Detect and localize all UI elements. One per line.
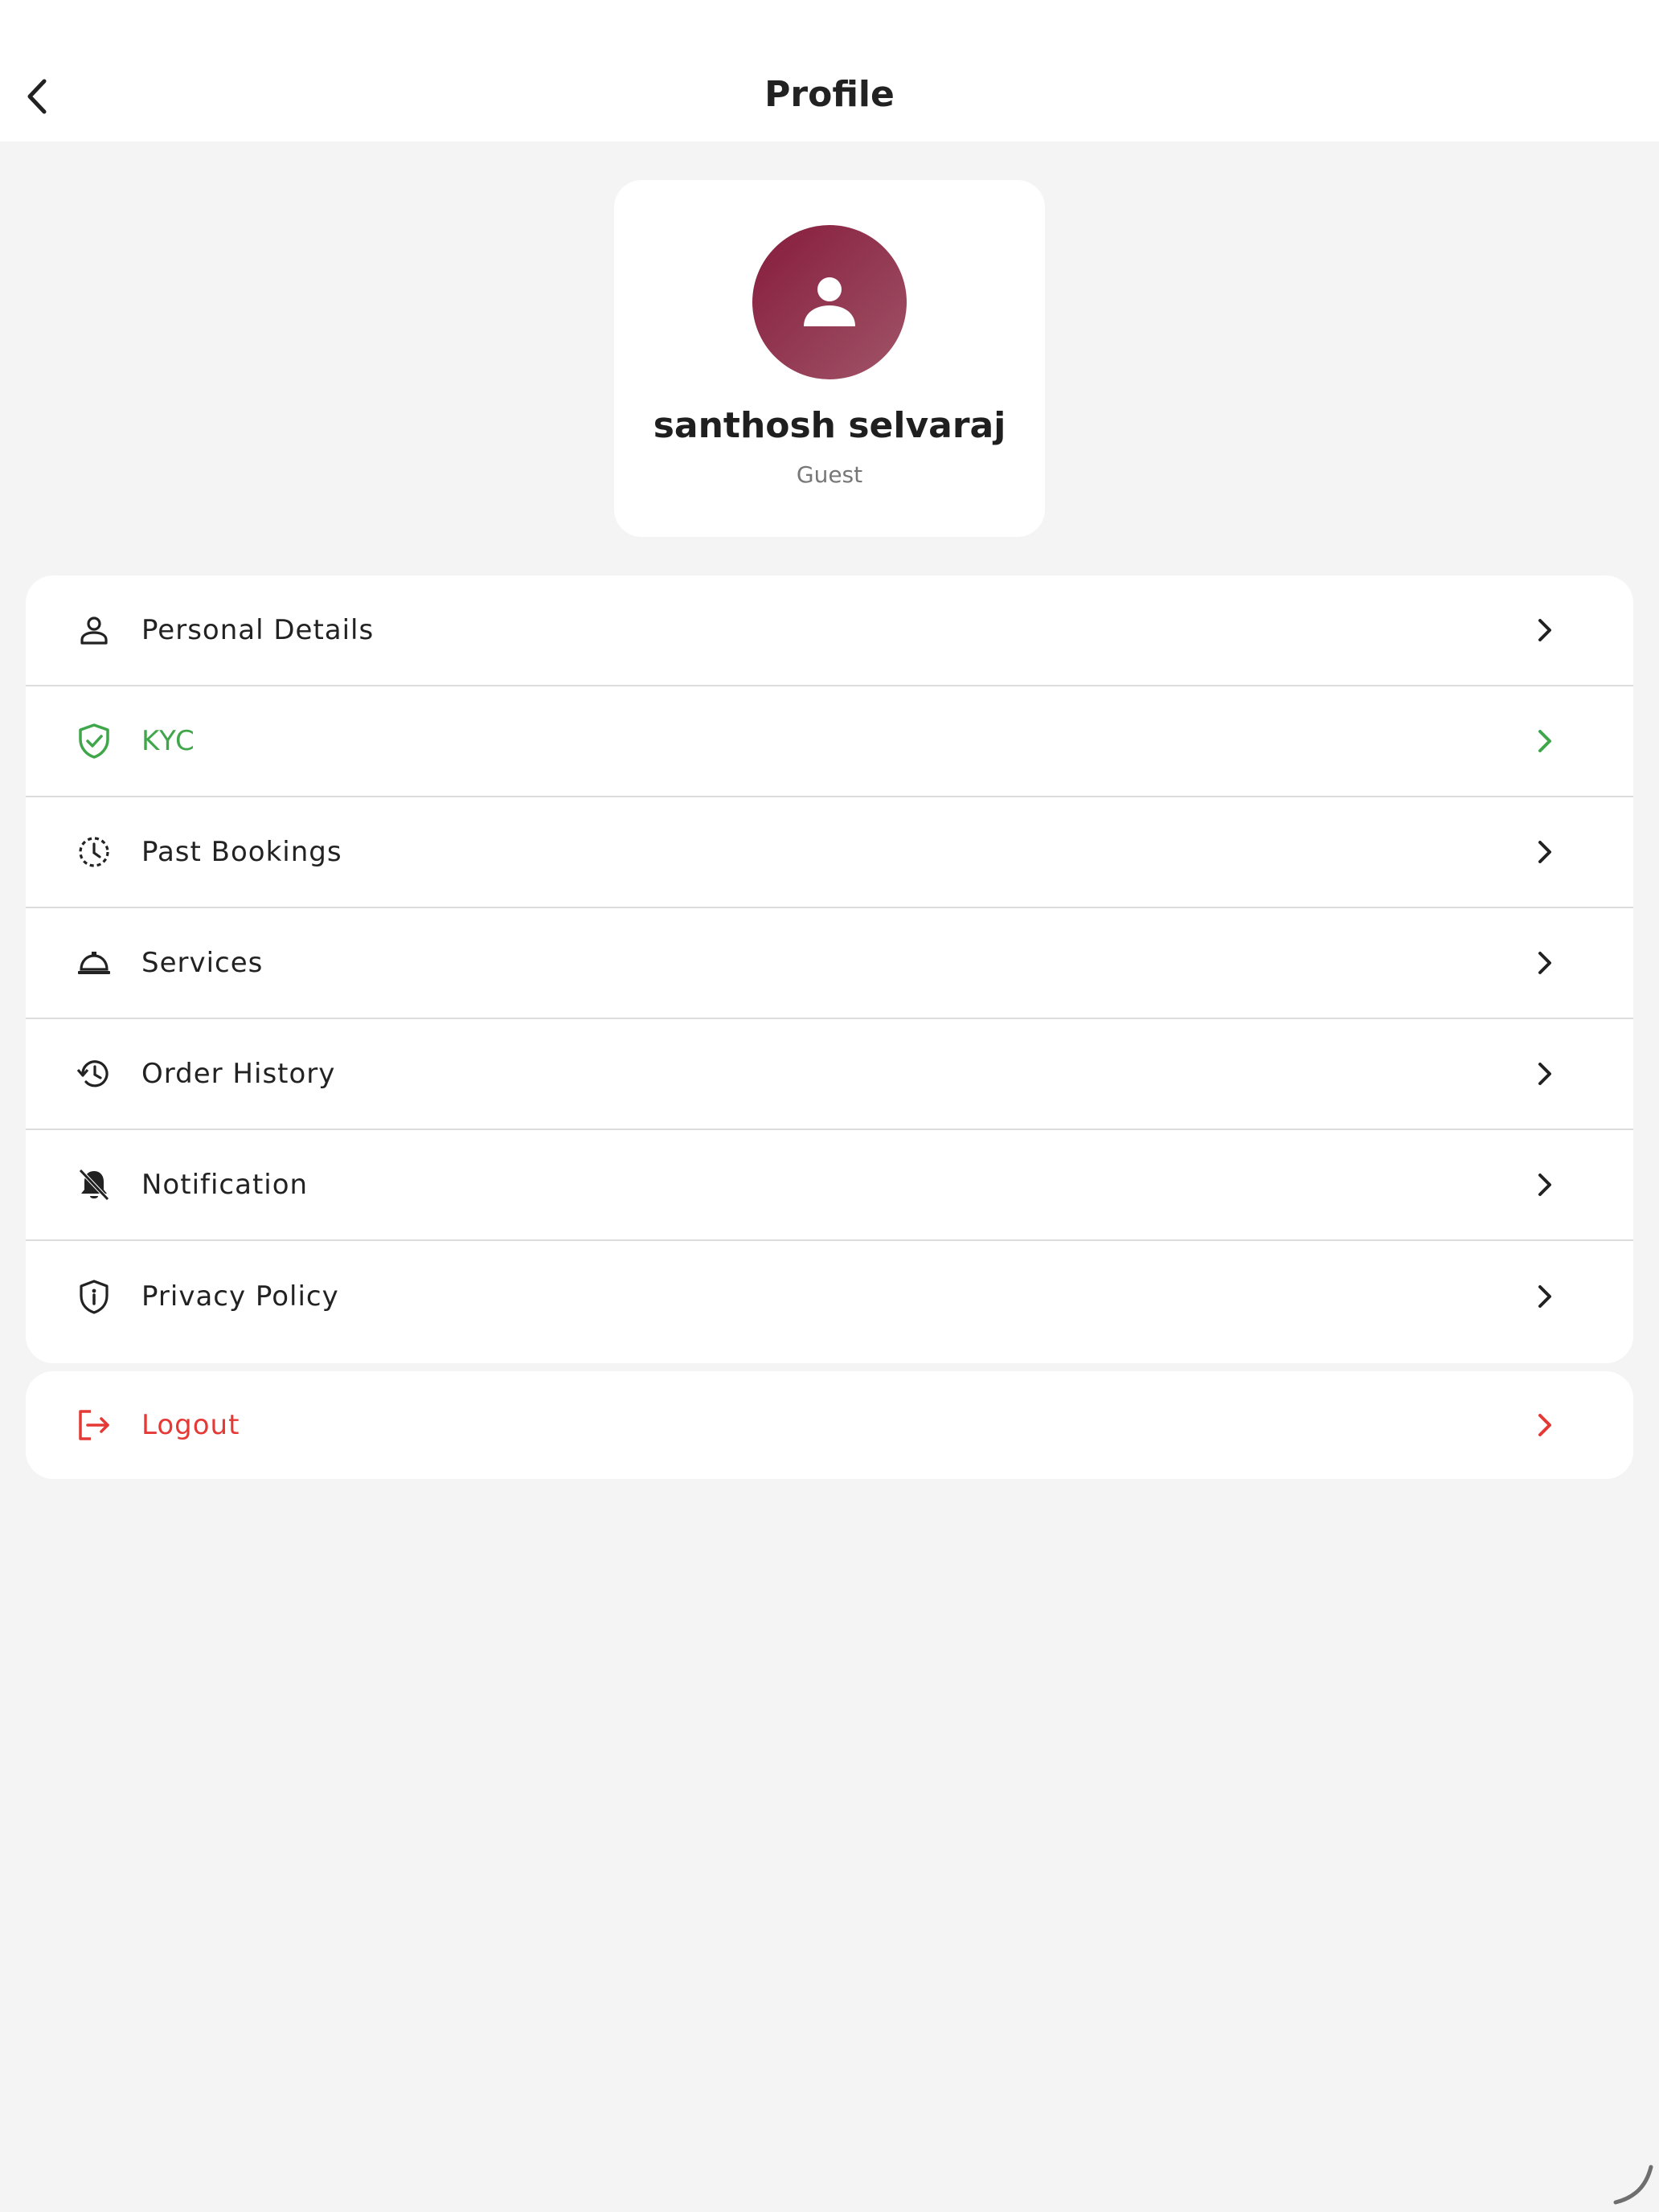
menu-item-notification[interactable]: Notification — [26, 1130, 1633, 1241]
person-outline-icon — [76, 612, 113, 649]
chevron-right-icon — [1532, 1061, 1558, 1087]
chevron-right-icon — [1532, 728, 1558, 754]
logout-label: Logout — [141, 1409, 240, 1441]
profile-card: santhosh selvaraj Guest — [614, 180, 1045, 537]
menu-item-order-history[interactable]: Order History — [26, 1019, 1633, 1130]
menu-item-label: Notification — [141, 1169, 309, 1201]
menu-item-personal-details[interactable]: Personal Details — [26, 576, 1633, 686]
bell-off-icon — [76, 1166, 113, 1203]
chevron-right-icon — [1532, 1172, 1558, 1198]
menu-item-privacy-policy[interactable]: Privacy Policy — [26, 1241, 1633, 1352]
service-bell-icon — [76, 944, 113, 981]
logout-card: Logout — [26, 1371, 1633, 1479]
menu-item-label: KYC — [141, 725, 195, 757]
logout-button[interactable]: Logout — [26, 1371, 1633, 1479]
history-icon — [76, 1055, 113, 1092]
page-title: Profile — [764, 74, 895, 115]
chevron-right-icon — [1532, 950, 1558, 976]
user-role: Guest — [796, 461, 863, 488]
menu-item-services[interactable]: Services — [26, 908, 1633, 1019]
menu-item-kyc[interactable]: KYC — [26, 686, 1633, 797]
resize-handle-icon[interactable] — [1611, 2162, 1656, 2207]
user-name: santhosh selvaraj — [653, 405, 1006, 446]
person-icon — [804, 277, 855, 326]
profile-menu: Personal Details KYC Past Bookings Servi… — [26, 576, 1633, 1363]
shield-check-icon — [76, 723, 113, 760]
shield-info-icon — [76, 1278, 113, 1315]
menu-item-label: Privacy Policy — [141, 1280, 339, 1313]
chevron-right-icon — [1532, 1412, 1558, 1438]
chevron-right-icon — [1532, 1284, 1558, 1309]
chevron-right-icon — [1532, 617, 1558, 643]
menu-item-label: Services — [141, 947, 264, 979]
menu-item-label: Past Bookings — [141, 836, 342, 868]
logout-icon — [76, 1407, 113, 1444]
clock-dashed-icon — [76, 834, 113, 870]
app-header: Profile — [0, 0, 1659, 141]
menu-item-label: Personal Details — [141, 614, 375, 646]
menu-item-past-bookings[interactable]: Past Bookings — [26, 797, 1633, 908]
menu-item-label: Order History — [141, 1058, 336, 1090]
avatar[interactable] — [752, 225, 907, 379]
chevron-right-icon — [1532, 839, 1558, 865]
